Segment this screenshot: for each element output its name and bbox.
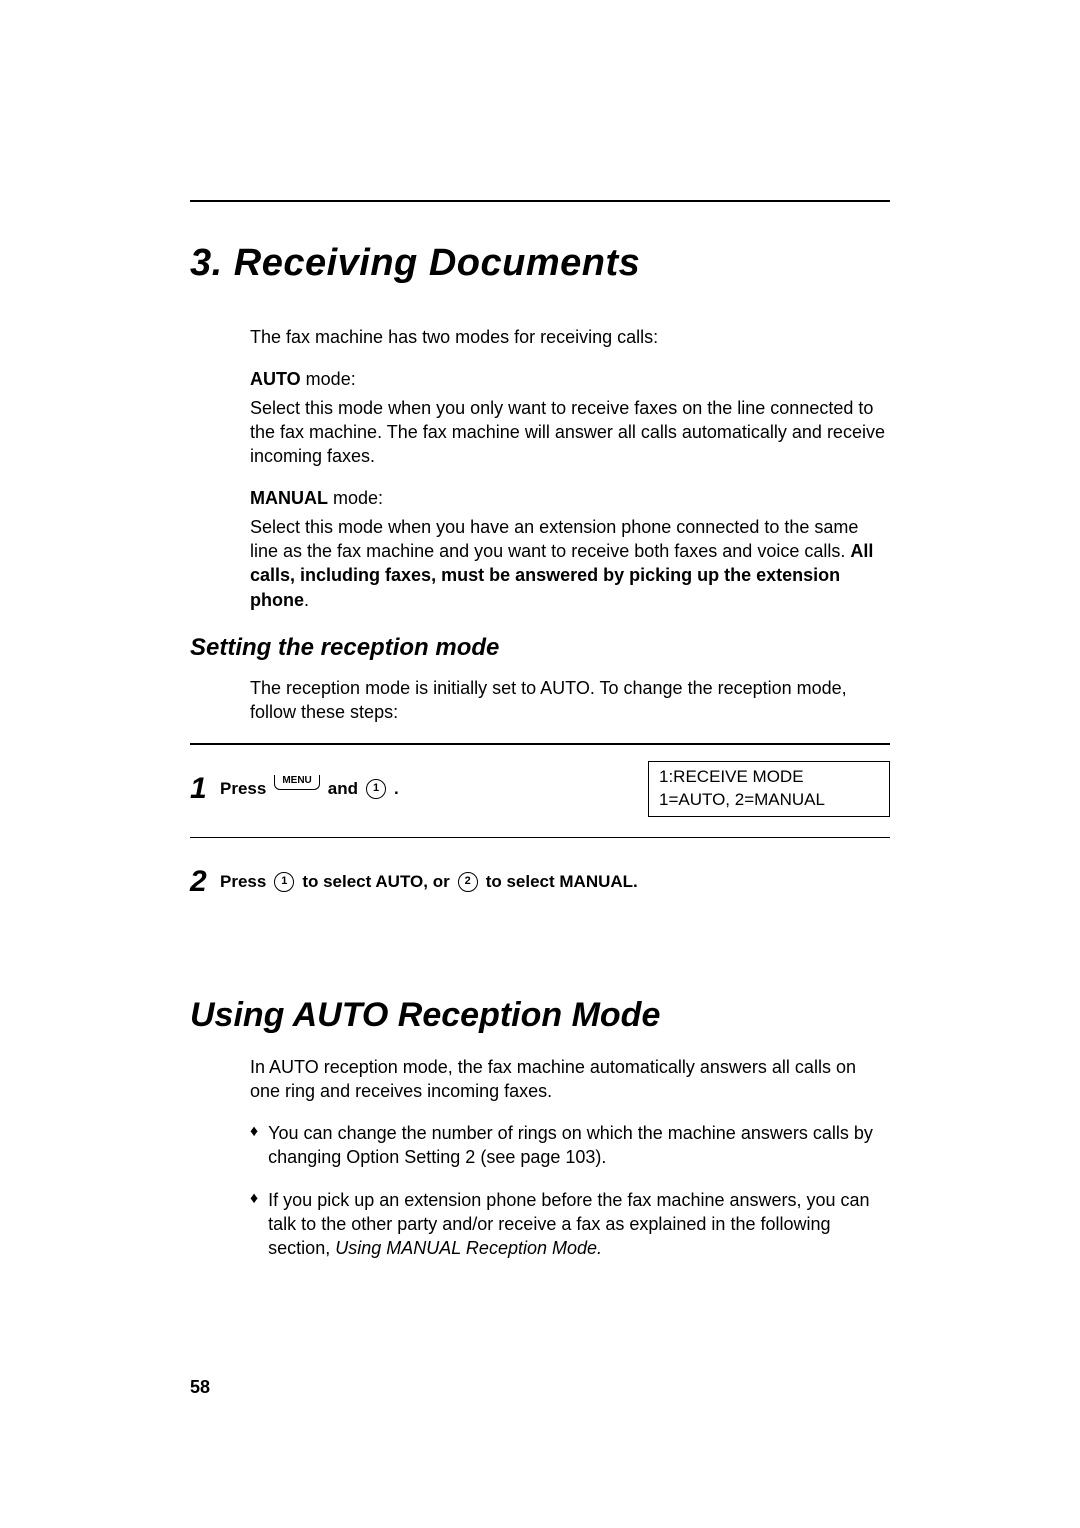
step-2-row: 2 Press 1 to select AUTO, or 2 to select… [190, 838, 890, 926]
lcd-line-1: 1:RECEIVE MODE [659, 766, 879, 789]
bullet-item-1: ♦ You can change the number of rings on … [250, 1121, 890, 1170]
bullet-mark-icon: ♦ [250, 1121, 258, 1170]
section-using-auto-reception: Using AUTO Reception Mode [190, 996, 890, 1035]
manual-mode-suffix: mode: [328, 488, 383, 508]
step-2-number: 2 [190, 867, 220, 897]
key-1-icon: 1 [274, 872, 294, 892]
chapter-title: 3. Receiving Documents [190, 242, 890, 285]
manual-mode-heading: MANUAL mode: [250, 486, 890, 510]
lcd-line-2: 1=AUTO, 2=MANUAL [659, 789, 879, 812]
manual-mode-desc-part1: Select this mode when you have an extens… [250, 517, 858, 561]
step2-mid: to select AUTO, or [302, 872, 449, 892]
manual-mode-label: MANUAL [250, 488, 328, 508]
lcd-display: 1:RECEIVE MODE 1=AUTO, 2=MANUAL [648, 761, 890, 817]
section-setting-reception-mode: Setting the reception mode [190, 634, 890, 662]
page-number: 58 [190, 1377, 210, 1398]
key-1-icon: 1 [366, 779, 386, 799]
manual-mode-desc: Select this mode when you have an extens… [250, 515, 890, 612]
step1-period: . [394, 779, 399, 799]
step-1-number: 1 [190, 774, 220, 804]
intro-text: The fax machine has two modes for receiv… [250, 325, 890, 349]
step-1-content: Press MENU and 1 . 1:RECEIVE MODE 1=AUTO… [220, 761, 890, 817]
menu-key-icon: MENU [274, 775, 319, 790]
manual-mode-desc-part2: . [304, 590, 309, 610]
step1-and: and [328, 779, 358, 799]
intro-block: The fax machine has two modes for receiv… [250, 325, 890, 612]
section2-body: In AUTO reception mode, the fax machine … [250, 1055, 890, 1104]
auto-mode-label: AUTO [250, 369, 301, 389]
auto-mode-heading: AUTO mode: [250, 367, 890, 391]
step-1-row: 1 Press MENU and 1 . 1:RECEIVE MODE 1=AU… [190, 745, 890, 833]
step-2-content: Press 1 to select AUTO, or 2 to select M… [220, 872, 890, 892]
section1-body: The reception mode is initially set to A… [250, 676, 890, 725]
bullet-list: ♦ You can change the number of rings on … [250, 1121, 890, 1260]
step2-end: to select MANUAL. [486, 872, 638, 892]
section1-intro: The reception mode is initially set to A… [250, 676, 890, 725]
bullet-2-text: If you pick up an extension phone before… [268, 1188, 890, 1261]
key-2-icon: 2 [458, 872, 478, 892]
bullet2-italic: Using MANUAL Reception Mode. [335, 1238, 602, 1258]
section2-intro: In AUTO reception mode, the fax machine … [250, 1055, 890, 1104]
auto-mode-desc: Select this mode when you only want to r… [250, 396, 890, 469]
bullet-item-2: ♦ If you pick up an extension phone befo… [250, 1188, 890, 1261]
manual-page: 3. Receiving Documents The fax machine h… [0, 0, 1080, 1528]
bullet-mark-icon: ♦ [250, 1188, 258, 1261]
step2-press: Press [220, 872, 266, 892]
step1-press: Press [220, 779, 266, 799]
bullet-1-text: You can change the number of rings on wh… [268, 1121, 890, 1170]
top-horizontal-rule [190, 200, 890, 202]
auto-mode-suffix: mode: [301, 369, 356, 389]
